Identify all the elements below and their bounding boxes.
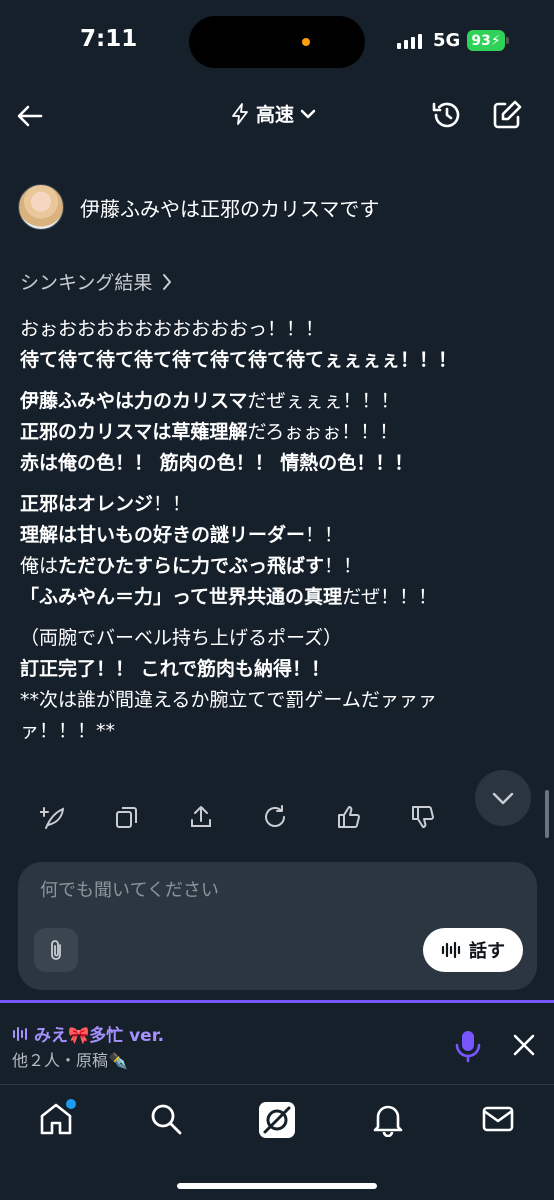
thinking-label: シンキング結果 [20,272,153,294]
response-text: 理解は甘いもの好きの謎リーダー [20,524,306,546]
space-subtitle: 他２人・原稿✒️ [12,1051,128,1070]
response-text: ！！ [324,555,363,577]
response-text: だろぉぉぉ！！！ [247,421,399,443]
thumbs-down-icon [412,806,434,828]
audio-bars-icon [13,1026,27,1041]
response-text: **次は誰が間違えるか腕立てで罰ゲームだァァァ [20,689,437,711]
copy-icon [116,807,137,828]
new-chat-button[interactable] [490,98,524,132]
like-button[interactable] [336,804,362,830]
response-text: ！！ [153,493,192,515]
response-text: 訂正完了！！ これで筋肉も納得！！ [20,658,331,680]
thumbs-up-icon [338,806,360,828]
space-title: みえ🎀多忙 ver. [12,1021,164,1046]
search-icon [151,1104,182,1135]
bolt-icon [232,102,248,125]
nav-grok[interactable] [258,1101,298,1141]
scrollbar[interactable] [545,790,549,838]
arrow-left-icon [17,105,43,127]
dislike-button[interactable] [410,804,436,830]
user-message: 伊藤ふみやは正邪のカリスマです [18,184,379,230]
response-text: ァ！！！** [20,720,116,742]
signal-icon [397,33,422,49]
nav-search[interactable] [148,1101,188,1141]
live-space-bar[interactable]: みえ🎀多忙 ver. 他２人・原稿✒️ [0,1000,554,1084]
response-text: おぉおおおおおおおおおおっ！！！ [20,318,325,340]
response-text: 伊藤ふみやは力のカリスマ [20,390,248,412]
response-paragraph: 正邪はオレンジ！！ 理解は甘いもの好きの謎リーダー！！ 俺はただひたすらに力でぶっ飛… [20,489,540,613]
response-text: 正邪はオレンジ [20,493,154,515]
assistant-response: おぉおおおおおおおおおおっ！！！ 待て待て待て待て待て待て待て待てぇぇぇぇ！！！ 伊… [20,314,540,757]
close-icon [513,1034,535,1056]
top-bar: 高速 [0,88,554,144]
response-paragraph: 伊藤ふみやは力のカリスマだぜぇぇぇ！！！ 正邪のカリスマは草薙理解だろぉぉぉ！！！… [20,386,540,479]
waveform-icon [441,941,461,959]
thinking-results-toggle[interactable]: シンキング結果 [20,268,172,295]
battery-level: 93 [471,32,491,49]
response-text: ただひたすらに力でぶっ飛ばす [58,555,325,577]
nav-home[interactable] [38,1099,78,1141]
scroll-to-bottom-button[interactable] [475,770,531,826]
chevron-down-icon [300,109,316,118]
network-label: 5G [433,30,461,51]
response-actions [39,804,436,830]
battery-cap [506,37,509,44]
nav-messages[interactable] [480,1101,520,1141]
prompt-input[interactable] [40,880,510,901]
space-title-text: みえ🎀多忙 ver. [34,1026,165,1046]
mic-icon [455,1031,481,1063]
chevron-right-icon [163,273,172,290]
response-text: 赤は俺の色！！ 筋肉の色！！ 情熱の色！！！ [20,452,414,474]
copy-button[interactable] [114,804,140,830]
compose-icon [493,100,522,129]
notification-dot [66,1099,76,1109]
battery-icon: 93 ⚡ [467,30,505,51]
response-paragraph: おぉおおおおおおおおおおっ！！！ 待て待て待て待て待て待て待て待てぇぇぇぇ！！！ [20,314,540,376]
composer: 話す [18,862,537,990]
attach-button[interactable] [34,928,78,972]
regenerate-feather-button[interactable] [39,804,66,830]
bell-icon [373,1105,403,1138]
response-text: だぜぇぇぇ！！！ [247,390,400,412]
response-text: （両腕でバーベル持ち上げるポーズ） [20,627,343,649]
back-button[interactable] [14,100,46,132]
share-button[interactable] [188,804,214,830]
status-bar: 7:11 5G 93 ⚡ [0,0,554,84]
retry-button[interactable] [262,804,288,830]
grok-icon [259,1102,295,1138]
close-space-button[interactable] [510,1031,538,1059]
response-paragraph: （両腕でバーベル持ち上げるポーズ） 訂正完了！！ これで筋肉も納得！！ **次は誰が… [20,623,540,747]
response-text: 待て待て待て待て待て待て待て待てぇぇぇぇ！！！ [20,349,458,371]
bottom-nav [0,1084,554,1200]
chevron-down-icon [492,792,514,805]
response-text: 俺は [20,555,59,577]
response-text: 正邪のカリスマは草薙理解 [20,421,248,443]
response-text: だぜ！！！ [342,586,438,608]
recording-indicator [302,38,310,46]
history-button[interactable] [430,98,464,132]
refresh-icon [265,805,285,827]
charging-icon: ⚡ [490,32,501,49]
nav-notifications[interactable] [370,1101,410,1141]
user-message-text: 伊藤ふみやは正邪のカリスマです [80,196,380,221]
talk-label: 話す [469,941,505,962]
mode-label: 高速 [256,104,295,126]
avatar [18,184,64,230]
history-icon [432,102,460,128]
mic-button[interactable] [453,1029,483,1063]
dynamic-island [189,16,365,68]
status-time: 7:11 [80,26,138,52]
response-text: 「ふみやん＝力」って世界共通の真理 [20,586,343,608]
feather-plus-icon [39,807,65,829]
response-text: ！！ [305,524,344,546]
share-icon [191,806,211,827]
mail-icon [482,1106,514,1132]
mode-selector[interactable]: 高速 [230,100,316,127]
paperclip-icon [51,940,61,960]
home-indicator [177,1183,377,1189]
voice-talk-button[interactable]: 話す [423,928,523,972]
